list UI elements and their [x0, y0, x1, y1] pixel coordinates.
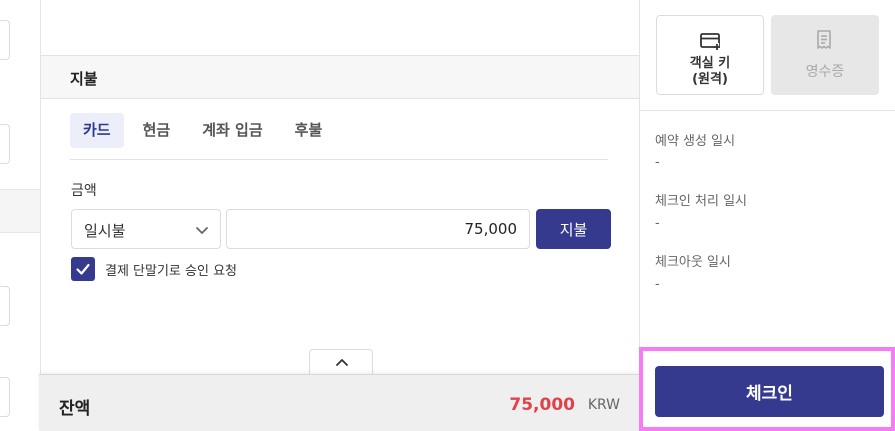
left-field-edge[interactable]: [0, 124, 10, 164]
payment-section-header: 지불: [41, 55, 639, 99]
tab-card[interactable]: 카드: [70, 113, 124, 148]
receipt-icon: [817, 30, 831, 49]
payment-panel: 지불 카드 현금 계좌 입금 후불 금액 일시불 지불 결제 단말기로 승인 요…: [39, 0, 639, 431]
pay-button[interactable]: 지불: [536, 209, 611, 249]
left-field-edge[interactable]: [0, 377, 10, 417]
collapse-toggle[interactable]: [309, 349, 373, 374]
checkout-time-value: -: [655, 277, 660, 292]
left-field-edge[interactable]: [0, 20, 10, 60]
checkout-time-label: 체크아웃 일시: [655, 255, 731, 270]
payment-method-tabs: 카드 현금 계좌 입금 후불: [70, 113, 335, 148]
left-panel-edge: [0, 0, 41, 431]
left-field-edge[interactable]: [0, 286, 10, 326]
receipt-label: 영수증: [805, 64, 845, 80]
divider: [640, 110, 895, 111]
check-icon: [76, 263, 90, 275]
amount-label: 금액: [71, 183, 97, 199]
terminal-approval-checkbox[interactable]: [71, 257, 95, 281]
checkin-processed-value: -: [655, 216, 660, 231]
checkin-processed-label: 체크인 처리 일시: [655, 194, 747, 209]
installment-select[interactable]: 일시불: [71, 209, 221, 249]
installment-select-value: 일시불: [84, 222, 126, 240]
receipt-button[interactable]: 영수증: [771, 15, 879, 95]
terminal-approval-label: 결제 단말기로 승인 요청: [105, 264, 237, 279]
section-title: 지불: [70, 70, 98, 88]
chevron-down-icon: [196, 227, 208, 234]
balance-bar: 잔액 75,000 KRW: [39, 374, 639, 431]
room-key-label: 객실 키 (원격): [689, 56, 731, 87]
reservation-created-value: -: [655, 155, 660, 170]
room-key-remote-button[interactable]: 객실 키 (원격): [656, 15, 764, 95]
tab-bank-transfer[interactable]: 계좌 입금: [189, 113, 275, 148]
tab-deferred[interactable]: 후불: [282, 113, 336, 148]
amount-input[interactable]: [226, 209, 530, 249]
tab-cash[interactable]: 현금: [130, 113, 184, 148]
reservation-created-label: 예약 생성 일시: [655, 134, 736, 149]
divider: [70, 159, 608, 160]
chevron-up-icon: [336, 359, 348, 366]
balance-amount: 75,000: [509, 395, 575, 415]
balance-currency: KRW: [587, 397, 620, 413]
key-card-add-icon: [700, 33, 720, 51]
balance-label: 잔액: [59, 399, 91, 419]
left-section-band: [0, 189, 40, 233]
checkin-button[interactable]: 체크인: [655, 366, 884, 417]
